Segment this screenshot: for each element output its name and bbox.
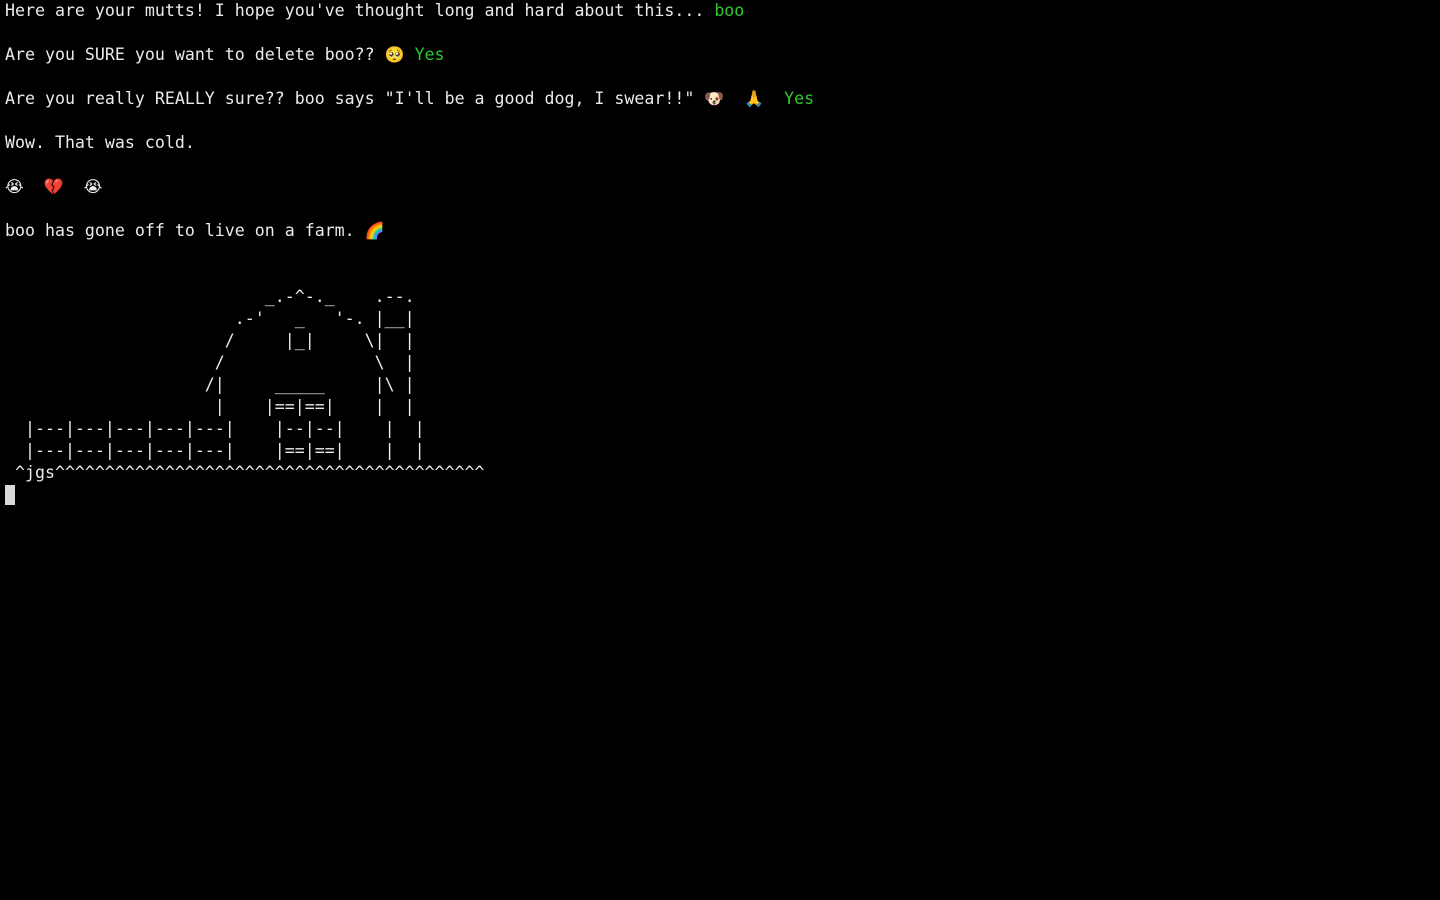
terminal-line-emojis: 😭 💔 😭: [5, 176, 1440, 198]
prompt1-answer: boo: [714, 1, 745, 20]
terminal-line-prompt3: Are you really REALLY sure?? boo says "I…: [5, 88, 1440, 110]
terminal-window[interactable]: Here are your mutts! I hope you've thoug…: [0, 0, 1440, 900]
praying-hands-icon: 🙏: [744, 89, 765, 108]
broken-heart-icon: 💔: [43, 177, 64, 196]
terminal-prompt-line[interactable]: [5, 484, 1440, 506]
prompt3-answer: Yes: [784, 89, 815, 108]
terminal-line-reaction: Wow. That was cold.: [5, 132, 1440, 154]
crying-face-icon: 😭: [83, 177, 103, 196]
prompt1-text: Here are your mutts! I hope you've thoug…: [5, 1, 715, 20]
prompt2-answer: Yes: [414, 45, 445, 64]
crying-face-icon: 😭: [5, 177, 24, 196]
prompt2-text: Are you SURE you want to delete boo??: [5, 45, 385, 64]
rainbow-icon: 🌈: [364, 221, 385, 240]
ascii-art-barn: _.-^-._ .--. .-' _ '-. |__| / |_| \| | /…: [14, 287, 485, 482]
farewell-text: boo has gone off to live on a farm.: [5, 221, 365, 240]
reaction-text: Wow. That was cold.: [5, 133, 195, 152]
pleading-face-icon: 🥺: [384, 45, 405, 64]
terminal-line-prompt2: Are you SURE you want to delete boo?? 🥺 …: [5, 44, 1440, 66]
dog-face-icon: 🐶: [704, 89, 725, 108]
prompt3-text: Are you really REALLY sure?? boo says "I…: [5, 89, 705, 108]
terminal-line-farewell: boo has gone off to live on a farm. 🌈: [5, 220, 1440, 242]
terminal-line-prompt1: Here are your mutts! I hope you've thoug…: [5, 0, 1440, 22]
terminal-cursor[interactable]: [5, 485, 15, 505]
